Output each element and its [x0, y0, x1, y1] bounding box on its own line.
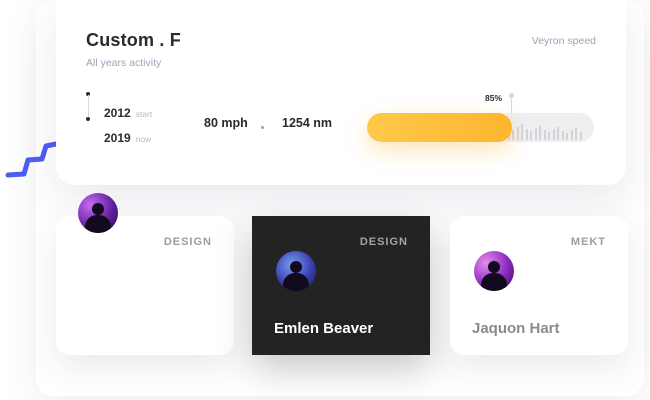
waveform-bar [557, 127, 559, 140]
card-subtitle: All years activity [86, 57, 162, 69]
person-card-2[interactable]: DESIGN Emlen Beaver [252, 216, 430, 355]
progress-marker-handle[interactable] [509, 93, 514, 98]
waveform-bar [566, 133, 568, 140]
person-card-1[interactable]: DESIGN [56, 216, 234, 355]
now-tag: now [135, 134, 152, 144]
person-name[interactable]: Emlen Beaver [274, 320, 373, 337]
waveform-bar [512, 130, 514, 140]
waveform-bar [516, 127, 519, 140]
avatar-figure-body [481, 273, 507, 291]
waveform-bar [534, 128, 537, 140]
progress-marker-line [511, 98, 512, 114]
progress-bar[interactable] [367, 113, 594, 142]
speed-category-label: Veyron speed [531, 35, 596, 47]
avatar-figure-body [85, 215, 111, 233]
speed-value: 80 mph [204, 116, 248, 130]
card-category-tag: DESIGN [359, 236, 408, 248]
waveform-bar [539, 126, 541, 140]
card-category-tag: MEKT [570, 236, 606, 248]
timeline-now-row: 2019 now [104, 131, 151, 145]
waveform-bar [525, 129, 528, 140]
progress-fill [367, 113, 513, 142]
card-title: Custom . F [86, 30, 181, 50]
avatar-figure-body [283, 273, 309, 291]
waveform-bar [579, 132, 582, 140]
card-category-tag: DESIGN [163, 236, 212, 248]
stats-card: Custom . F All years activity Veyron spe… [56, 0, 626, 185]
person-card-3[interactable]: MEKT Jaquon Hart [450, 216, 628, 355]
avatar[interactable] [276, 251, 316, 291]
now-year: 2019 [104, 131, 131, 145]
waveform-bar [575, 128, 577, 140]
avatar[interactable] [78, 193, 118, 233]
start-tag: start [135, 109, 153, 119]
waveform-bar [570, 130, 573, 140]
person-name[interactable]: Jaquon Hart [472, 320, 560, 337]
waveform-bar [543, 130, 546, 140]
metric-separator [261, 126, 264, 129]
start-year: 2012 [104, 106, 131, 120]
waveform-bar [530, 131, 532, 140]
timeline-line [87, 95, 89, 117]
waveform-bar [552, 129, 555, 140]
waveform-bar [561, 131, 564, 140]
timeline-start-row: 2012 start [104, 106, 152, 120]
avatar-figure-head [488, 261, 500, 273]
avatar[interactable] [474, 251, 514, 291]
timeline-dot-now [86, 117, 90, 121]
progress-percent-label: 85% [485, 93, 503, 103]
avatar-figure-head [290, 261, 302, 273]
waveform-bar [548, 132, 550, 140]
waveform-bar [521, 124, 523, 140]
torque-value: 1254 nm [282, 116, 333, 130]
avatar-figure-head [92, 203, 104, 215]
